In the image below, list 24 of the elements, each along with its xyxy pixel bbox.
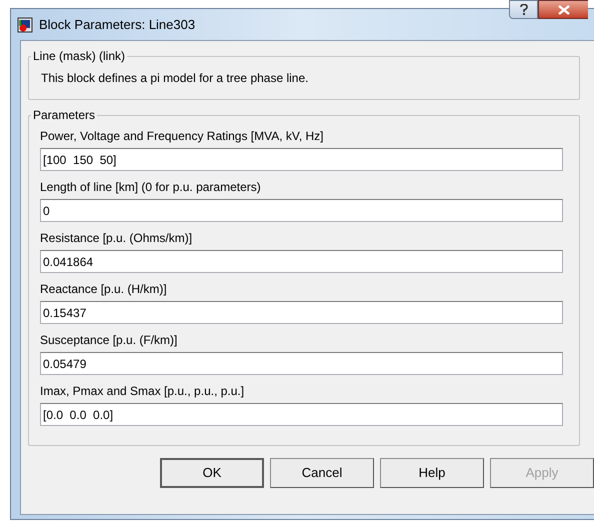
field-label: Susceptance [p.u. (F/km)] xyxy=(40,333,178,348)
dialog-button[interactable]: Help xyxy=(380,458,484,488)
field-label: Length of line [km] (0 for p.u. parameters) xyxy=(40,180,262,195)
dialog-button[interactable]: Cancel xyxy=(270,458,374,488)
field-label: Resistance [p.u. (Ohms/km)] xyxy=(40,231,194,246)
input-field[interactable]: 0.041864 xyxy=(40,250,563,273)
field-label: Reactance [p.u. (H/km)] xyxy=(40,282,168,297)
help-button[interactable] xyxy=(509,0,538,19)
group-title: Line (mask) (link) xyxy=(32,48,126,65)
block-icon xyxy=(17,16,33,32)
field-label: Power, Voltage and Frequency Ratings [MVA, kV, Hz] xyxy=(40,129,324,144)
input-field[interactable]: 0.05479 xyxy=(40,352,563,375)
field-label: Imax, Pmax and Smax [p.u., p.u., p.u.] xyxy=(40,384,246,399)
dialog-button[interactable]: OK xyxy=(160,458,264,488)
window-title: Block Parameters: Line303 xyxy=(39,16,196,34)
question-mark-icon xyxy=(520,4,528,15)
description-text: This block defines a pi model for a tree phase line. xyxy=(41,70,310,87)
input-field[interactable]: [100 150 50] xyxy=(40,148,563,171)
group-title: Parameters xyxy=(32,107,96,124)
input-field[interactable]: 0 xyxy=(40,199,563,222)
input-field[interactable]: [0.0 0.0 0.0] xyxy=(40,403,563,426)
input-field[interactable]: 0.15437 xyxy=(40,301,563,324)
close-icon xyxy=(558,4,570,14)
close-button[interactable] xyxy=(538,0,588,19)
